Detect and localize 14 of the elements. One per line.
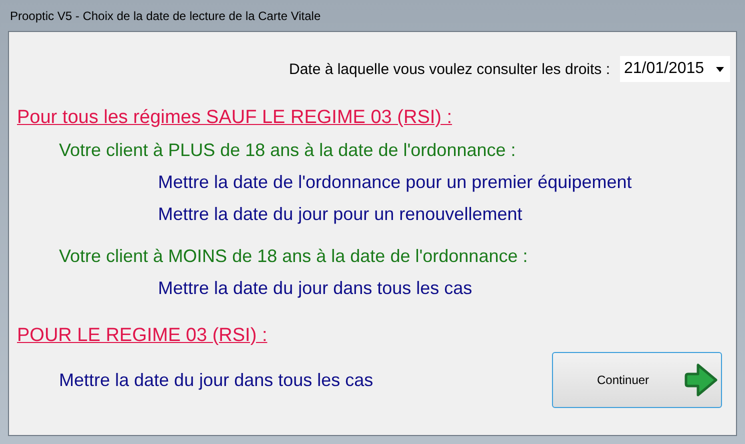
condition-text: Votre client à PLUS de 18 ans à la date de l'ordonnance :	[59, 139, 517, 162]
window-title: Prooptic V5 - Choix de la date de lecture de la Carte Vitale	[9, 8, 321, 22]
continue-button[interactable]: Continuer	[552, 352, 722, 408]
condition-text: Votre client à MOINS de 18 ans à la date de l'ordonnance :	[59, 245, 529, 268]
arrow-right-icon	[684, 362, 718, 398]
section-heading: POUR LE REGIME 03 (RSI) :	[17, 324, 268, 348]
date-dropdown[interactable]: 21/01/2015	[620, 56, 730, 82]
instruction-text: Mettre la date de l'ordonnance pour un premier équipement	[158, 171, 633, 194]
instruction-text: Mettre la date du jour dans tous les cas	[158, 277, 474, 300]
instruction-text: Mettre la date du jour pour un renouvellement	[158, 203, 524, 226]
caret-icon	[716, 66, 724, 72]
section-heading: Pour tous les régimes SAUF LE REGIME 03 (RSI) :	[17, 106, 454, 130]
date-label: Date à laquelle vous voulez consulter les droits :	[288, 60, 610, 78]
instruction-text: Mettre la date du jour dans tous les cas	[59, 370, 374, 390]
